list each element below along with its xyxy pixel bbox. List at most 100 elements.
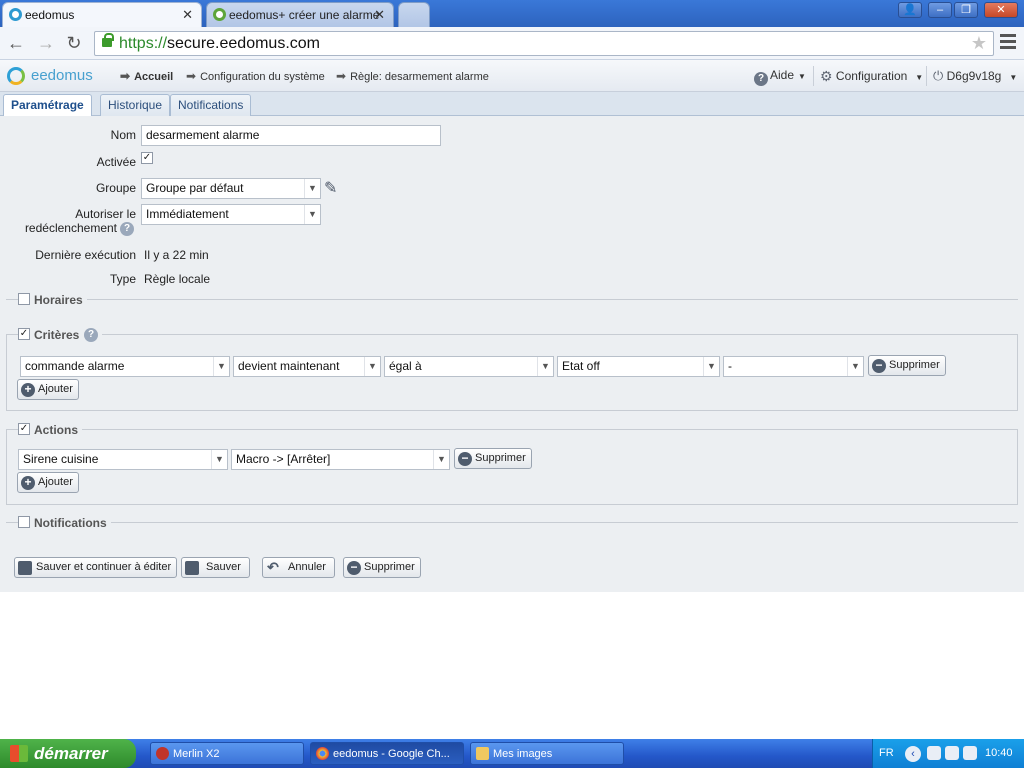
criteria-value-select[interactable]: Etat off ▼	[557, 356, 720, 377]
save-continue-button[interactable]: Sauver et continuer à éditer	[14, 557, 178, 578]
profile-icon[interactable]: 👤	[898, 2, 922, 18]
group-label: Groupe	[95, 181, 136, 195]
action-add-button[interactable]: + Ajouter	[17, 472, 79, 493]
criteria-operator-select[interactable]: égal à ▼	[384, 356, 554, 377]
chevron-down-icon: ▼	[364, 357, 380, 376]
chrome-menu-icon[interactable]	[1000, 34, 1016, 52]
language-indicator[interactable]: FR	[879, 739, 894, 768]
new-tab-button[interactable]	[398, 2, 430, 27]
criteres-checkbox[interactable]: ✓	[18, 328, 30, 340]
last-exec-label: Dernière exécution	[35, 248, 136, 262]
volume-icon[interactable]	[963, 746, 977, 760]
forward-arrow-icon[interactable]: →	[36, 32, 56, 54]
chevron-down-icon: ▼	[213, 357, 229, 376]
notifications-checkbox[interactable]	[18, 516, 30, 528]
name-label: Nom	[110, 128, 136, 142]
horaires-legend: Horaires	[30, 293, 87, 307]
rule-form: Nom desarmement alarme Activée ✓ Groupe …	[0, 116, 1024, 592]
notifications-divider	[6, 522, 1018, 523]
last-exec-value: Il y a 22 min	[144, 248, 209, 262]
taskbar-item-merlin[interactable]: Merlin X2	[150, 742, 304, 765]
chevron-down-icon: ▼	[304, 205, 320, 224]
minus-circle-icon: −	[872, 359, 886, 373]
floppy-disk-icon	[185, 561, 199, 575]
cancel-button[interactable]: ↶ Annuler	[262, 557, 335, 578]
help-icon[interactable]: ?	[120, 222, 134, 236]
network-icon[interactable]	[927, 746, 941, 760]
tab-label: eedomus	[25, 8, 75, 22]
browser-toolbar: ← → ↻ https://secure.eedomus.com ★	[0, 27, 1024, 60]
reload-icon[interactable]: ↻	[64, 32, 84, 54]
separator	[926, 66, 927, 86]
edit-pencil-icon[interactable]: ✎	[324, 178, 337, 198]
user-menu[interactable]: ⏻ D6g9v18g ▼	[933, 68, 1017, 84]
undo-arrow-icon: ↶	[267, 559, 279, 575]
group-select[interactable]: Groupe par défaut ▼	[141, 178, 321, 199]
start-button[interactable]: démarrer	[0, 739, 136, 768]
arrow-right-icon: ➡	[186, 69, 197, 83]
criteria-device-select[interactable]: commande alarme ▼	[20, 356, 230, 377]
plus-circle-icon: +	[21, 383, 35, 397]
maximize-button[interactable]: ❐	[954, 2, 978, 18]
back-arrow-icon[interactable]: ←	[6, 32, 26, 54]
browser-tab-forum[interactable]: eedomus+ créer une alarme ✕	[206, 2, 394, 27]
caret-down-icon: ▼	[798, 72, 806, 81]
clock: 10:40	[985, 747, 1013, 759]
address-bar[interactable]: https://secure.eedomus.com ★	[94, 31, 994, 56]
retrigger-label-line1: Autoriser le	[75, 207, 136, 221]
tab-close-icon[interactable]: ✕	[374, 3, 385, 27]
breadcrumb-home[interactable]: ➡ Accueil	[120, 69, 173, 83]
display-icon[interactable]	[945, 746, 959, 760]
breadcrumb-config[interactable]: ➡ Configuration du système	[186, 69, 325, 83]
delete-rule-button[interactable]: − Supprimer	[343, 557, 421, 578]
eedomus-logo-icon	[7, 67, 25, 85]
help-icon[interactable]: ?	[84, 328, 98, 342]
tab-historique[interactable]: Historique	[100, 94, 171, 116]
close-window-button[interactable]: ✕	[984, 2, 1018, 18]
configuration-menu[interactable]: ⚙ Configuration ▼	[820, 68, 923, 85]
name-input[interactable]: desarmement alarme	[141, 125, 441, 146]
notifications-legend: Notifications	[30, 516, 111, 530]
tab-close-icon[interactable]: ✕	[182, 3, 193, 27]
taskbar-item-chrome[interactable]: eedomus - Google Ch...	[310, 742, 464, 765]
tab-notifications[interactable]: Notifications	[170, 94, 252, 116]
help-menu[interactable]: ? Aide ▼	[754, 68, 806, 86]
criteria-extra-select[interactable]: - ▼	[723, 356, 864, 377]
minus-circle-icon: −	[347, 561, 361, 575]
active-label: Activée	[96, 155, 136, 169]
actions-checkbox[interactable]: ✓	[18, 423, 30, 435]
type-value: Règle locale	[144, 272, 211, 286]
tab-parametrage[interactable]: Paramétrage	[3, 94, 92, 117]
arrow-right-icon: ➡	[336, 69, 347, 83]
arrow-right-icon: ➡	[120, 69, 131, 83]
browser-tab-eedomus[interactable]: eedomus ✕	[2, 2, 202, 27]
taskbar-item-mes-images[interactable]: Mes images	[470, 742, 624, 765]
help-icon: ?	[754, 72, 768, 86]
caret-down-icon: ▼	[1009, 73, 1018, 82]
gear-icon: ⚙	[820, 68, 833, 84]
criteria-add-button[interactable]: + Ajouter	[17, 379, 79, 400]
power-icon: ⏻	[933, 68, 944, 83]
caret-down-icon: ▼	[915, 73, 924, 82]
action-command-select[interactable]: Macro -> [Arrêter] ▼	[231, 449, 450, 470]
action-delete-button[interactable]: − Supprimer	[454, 448, 532, 469]
action-device-select[interactable]: Sirene cuisine ▼	[18, 449, 228, 470]
chevron-left-icon[interactable]: ‹	[905, 746, 921, 762]
criteria-delete-button[interactable]: − Supprimer	[868, 355, 946, 376]
forum-favicon-icon	[213, 8, 226, 21]
lock-icon	[102, 33, 114, 47]
windows-taskbar: démarrer Merlin X2 eedomus - Google Ch..…	[0, 739, 1024, 768]
save-button[interactable]: Sauver	[181, 557, 250, 578]
url-scheme: https://	[119, 35, 168, 52]
retrigger-select[interactable]: Immédiatement ▼	[141, 204, 321, 225]
retrigger-label-line2: redéclenchement	[24, 221, 117, 235]
bookmark-star-icon[interactable]: ★	[971, 32, 987, 55]
separator	[813, 66, 814, 86]
criteria-trigger-select[interactable]: devient maintenant ▼	[233, 356, 381, 377]
minus-circle-icon: −	[458, 452, 472, 466]
active-checkbox[interactable]: ✓	[141, 152, 153, 164]
horaires-checkbox[interactable]	[18, 293, 30, 305]
type-label: Type	[109, 272, 136, 286]
floppy-disk-icon	[18, 561, 32, 575]
minimize-button[interactable]: –	[928, 2, 952, 18]
